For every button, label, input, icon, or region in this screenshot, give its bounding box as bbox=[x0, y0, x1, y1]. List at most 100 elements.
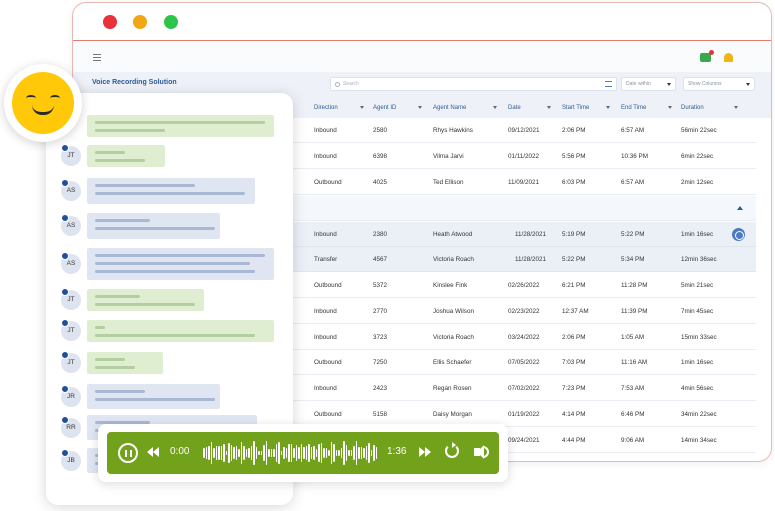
cell-direction: Outbound bbox=[314, 282, 342, 289]
avatar: JT bbox=[61, 351, 81, 373]
cell-direction: Inbound bbox=[314, 385, 337, 392]
cell-duration: 12min 36sec bbox=[681, 256, 717, 263]
minimize-window-icon[interactable] bbox=[133, 15, 147, 29]
channel-icon bbox=[61, 351, 69, 359]
avatar: JB bbox=[61, 448, 81, 471]
avatar-initials: AS bbox=[66, 187, 76, 194]
avatar-initials: JB bbox=[67, 456, 75, 464]
cell-end: 9:06 AM bbox=[621, 437, 645, 444]
avatar: JT bbox=[61, 288, 81, 310]
message-bubble bbox=[87, 178, 255, 204]
cell-end: 5:34 PM bbox=[621, 256, 645, 263]
cell-direction: Outbound bbox=[314, 179, 342, 186]
cell-direction: Transfer bbox=[314, 256, 338, 263]
cell-date: 11/28/2021 bbox=[515, 256, 547, 263]
cell-direction: Inbound bbox=[314, 231, 337, 238]
avatar-initials: RR bbox=[66, 423, 76, 431]
hamburger-icon[interactable] bbox=[93, 54, 101, 61]
cell-direction: Inbound bbox=[314, 334, 337, 341]
cell-start: 4:14 PM bbox=[562, 411, 586, 418]
cell-agent-id: 2423 bbox=[373, 385, 388, 392]
cell-duration: 2min 12sec bbox=[681, 179, 714, 186]
cell-date: 09/24/2021 bbox=[508, 437, 540, 444]
cell-end: 5:22 PM bbox=[621, 231, 645, 238]
message-bubble bbox=[87, 289, 204, 311]
replay-icon[interactable] bbox=[445, 442, 459, 458]
cell-agent-id: 4025 bbox=[373, 179, 388, 186]
channel-icon bbox=[61, 384, 69, 393]
message-bubble bbox=[87, 248, 274, 280]
cell-duration: 14min 34sec bbox=[681, 437, 717, 444]
cell-date: 02/23/2022 bbox=[508, 308, 540, 315]
rewind-icon[interactable] bbox=[147, 447, 161, 459]
cell-agent-id: 7250 bbox=[373, 359, 388, 366]
channel-icon bbox=[61, 448, 69, 457]
cell-agent-name: Regan Rosen bbox=[433, 385, 472, 392]
channel-icon bbox=[61, 415, 69, 424]
cell-end: 7:53 AM bbox=[621, 385, 645, 392]
cell-agent-id: 2580 bbox=[373, 127, 388, 134]
cell-start: 6:21 PM bbox=[562, 282, 586, 289]
collapse-arrow-icon[interactable] bbox=[737, 206, 743, 210]
cell-date: 07/05/2022 bbox=[508, 359, 540, 366]
cell-agent-name: Daisy Morgan bbox=[433, 411, 472, 418]
volume-icon[interactable] bbox=[474, 445, 484, 459]
channel-icon bbox=[61, 179, 69, 187]
search-input[interactable]: Search bbox=[330, 77, 617, 91]
message-bubble bbox=[87, 145, 165, 167]
sentiment-badge bbox=[4, 64, 82, 142]
date-filter-select[interactable]: Date within bbox=[621, 77, 676, 91]
cell-date: 07/02/2022 bbox=[508, 385, 540, 392]
cell-end: 6:57 AM bbox=[621, 179, 645, 186]
bell-icon[interactable] bbox=[724, 53, 733, 62]
search-icon bbox=[335, 82, 340, 87]
cell-direction: Outbound bbox=[314, 411, 342, 418]
cell-duration: 6min 22sec bbox=[681, 153, 714, 160]
pause-icon[interactable] bbox=[118, 443, 138, 463]
cell-start: 5:22 PM bbox=[562, 256, 586, 263]
maximize-window-icon[interactable] bbox=[164, 15, 178, 29]
cell-end: 6:57 AM bbox=[621, 127, 645, 134]
avatar: AS bbox=[61, 214, 81, 236]
fast-forward-icon[interactable] bbox=[419, 447, 433, 459]
cell-duration: 1min 16sec bbox=[681, 359, 714, 366]
waveform[interactable] bbox=[203, 440, 378, 466]
chevron-down-icon bbox=[746, 83, 750, 86]
close-window-icon[interactable] bbox=[103, 15, 117, 29]
cell-date: 11/28/2021 bbox=[515, 231, 547, 238]
date-filter-label: Date within bbox=[626, 81, 651, 87]
header-end-time[interactable]: End Time bbox=[621, 105, 673, 111]
cell-direction: Outbound bbox=[314, 359, 342, 366]
filter-icon[interactable] bbox=[605, 81, 612, 87]
cell-agent-id: 2380 bbox=[373, 231, 388, 238]
show-columns-select[interactable]: Show Columns bbox=[683, 77, 755, 91]
header-start-time[interactable]: Start Time bbox=[562, 105, 611, 111]
cell-agent-id: 3723 bbox=[373, 334, 388, 341]
cell-agent-name: Ted Ellison bbox=[433, 179, 464, 186]
header-agent-name[interactable]: Agent Name bbox=[433, 105, 498, 111]
show-columns-label: Show Columns bbox=[688, 81, 722, 87]
cell-duration: 34min 22sec bbox=[681, 411, 717, 418]
app-bar bbox=[73, 42, 771, 72]
avatar-initials: JT bbox=[67, 152, 75, 159]
cell-duration: 1min 16sec bbox=[681, 231, 714, 238]
header-agent-id[interactable]: Agent ID bbox=[373, 105, 423, 111]
chat-icon[interactable] bbox=[700, 50, 714, 62]
cell-start: 7:03 PM bbox=[562, 359, 586, 366]
cell-start: 6:03 PM bbox=[562, 179, 586, 186]
current-time: 0:00 bbox=[170, 446, 190, 457]
cell-end: 11:28 PM bbox=[621, 282, 648, 289]
message-bubble bbox=[87, 320, 274, 342]
header-date[interactable]: Date bbox=[508, 105, 551, 111]
play-recording-icon[interactable] bbox=[732, 228, 745, 241]
header-direction[interactable]: Direction bbox=[314, 105, 364, 111]
avatar: JR bbox=[61, 384, 81, 407]
volume-wave bbox=[483, 446, 489, 458]
cell-agent-id: 4567 bbox=[373, 256, 388, 263]
avatar-initials: JR bbox=[67, 392, 75, 400]
cell-date: 01/19/2022 bbox=[508, 411, 540, 418]
message-bubble bbox=[87, 352, 163, 374]
cell-start: 5:19 PM bbox=[562, 231, 586, 238]
header-duration[interactable]: Duration bbox=[681, 105, 738, 111]
cell-agent-id: 5372 bbox=[373, 282, 388, 289]
